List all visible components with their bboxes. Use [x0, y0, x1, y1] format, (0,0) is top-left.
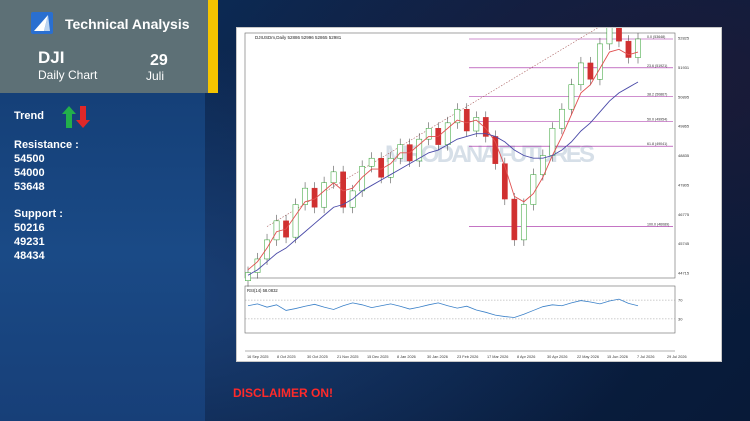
fib-level-label: 50.0 (49954) [647, 117, 667, 121]
fib-level-label: 38.2 (50867) [647, 93, 667, 97]
fib-level-label: 0.0 (53648) [647, 35, 665, 39]
header-accent-bar [208, 0, 218, 93]
arrow-logo-icon [31, 12, 53, 34]
candle-body [321, 182, 327, 208]
fib-level-label: 23.6 (51921) [647, 64, 667, 68]
candle-body [635, 38, 641, 58]
x-tick-label: 17 Mar 2026 [487, 355, 508, 359]
chart-frame: DJIUSDm,Daily 52886 52996 52865 52981 MIR… [236, 27, 722, 362]
candle-body [359, 166, 366, 192]
support-label: Support : [14, 208, 63, 220]
x-tick-label: 16 Sep 2025 [247, 355, 269, 359]
x-tick-label: 30 Apr 2026 [547, 355, 567, 359]
resistance-level: 54500 [14, 153, 45, 165]
candle-body [368, 157, 375, 167]
disclaimer-text: DISCLAIMER ON! [233, 386, 333, 400]
rsi-title: RSI(14) 58.0832 [247, 288, 278, 293]
y-tick-label: 44715 [678, 271, 690, 276]
candle-body [463, 108, 470, 132]
x-tick-label: 21 Nov 2025 [337, 355, 359, 359]
symbol-label: DJI [38, 48, 65, 67]
rsi-line [247, 298, 639, 318]
candle-body [616, 28, 622, 42]
candle-body [264, 239, 270, 260]
candle-body [330, 171, 337, 183]
fib-level-label: 100.0 (46089) [647, 223, 669, 227]
x-tick-label: 7 Jul 2026 [637, 355, 655, 359]
candle-body [492, 136, 499, 164]
rsi-level-label: 70 [678, 298, 683, 303]
support-block: Support : 50216 49231 48434 [14, 207, 63, 263]
x-tick-label: 29 Jul 2026 [667, 355, 687, 359]
trend-label: Trend [14, 110, 44, 122]
y-tick-label: 48835 [678, 153, 690, 158]
y-tick-label: 46775 [678, 212, 690, 217]
support-level: 48434 [14, 250, 45, 262]
resistance-label: Resistance : [14, 139, 79, 151]
up-down-arrows-icon [62, 106, 92, 133]
ma-slow-line [247, 81, 639, 276]
x-tick-label: 22 May 2026 [577, 355, 599, 359]
y-tick-label: 50895 [678, 94, 690, 99]
fib-level-label: 61.8 (49041) [647, 142, 667, 146]
candle-body [606, 28, 613, 45]
x-tick-label: 23 Feb 2026 [457, 355, 478, 359]
x-tick-label: 8 Apr 2026 [517, 355, 535, 359]
candle-body [397, 144, 404, 159]
support-level: 50216 [14, 222, 45, 234]
candle-body [597, 43, 603, 80]
candle-body [559, 108, 565, 129]
candle-body [292, 204, 299, 238]
x-tick-label: 15 Dec 2025 [367, 355, 389, 359]
x-tick-label: 30 Oct 2025 [307, 355, 328, 359]
date-day: 29 [150, 52, 168, 69]
chart-kind-label: Daily Chart [38, 68, 98, 82]
rsi-panel-border [244, 285, 676, 334]
resistance-level: 53648 [14, 181, 45, 193]
y-tick-label: 49865 [678, 124, 690, 129]
candle-body [568, 84, 575, 110]
rsi-level-label: 30 [678, 316, 683, 321]
resistance-level: 54000 [14, 167, 45, 179]
candle-body [530, 174, 537, 205]
y-tick-label: 45745 [678, 241, 690, 246]
x-tick-label: 8 Jan 2026 [397, 355, 416, 359]
candle-body [501, 163, 508, 200]
y-tick-label: 51931 [678, 65, 690, 70]
candle-body [273, 220, 280, 241]
candle-body [578, 62, 584, 85]
price-chart: DJIUSDm,Daily 52886 52996 52865 52981MIR… [244, 28, 690, 359]
x-tick-label: 8 Oct 2025 [277, 355, 296, 359]
x-tick-label: 15 Jun 2026 [607, 355, 628, 359]
date-month: Juli [146, 69, 165, 83]
chart-title: DJIUSDm,Daily 52886 52996 52865 52981 [255, 35, 342, 40]
candle-body [520, 204, 527, 241]
resistance-block: Resistance : 54500 54000 53648 [14, 138, 79, 194]
candle-body [511, 198, 518, 241]
page-title: Technical Analysis [65, 16, 190, 32]
y-tick-label: 52825 [678, 36, 690, 41]
candle-body [587, 62, 594, 80]
support-level: 49231 [14, 236, 45, 248]
y-tick-label: 47805 [678, 182, 690, 187]
candle-body [473, 117, 480, 132]
x-tick-label: 30 Jan 2026 [427, 355, 448, 359]
candle-body [444, 122, 451, 145]
